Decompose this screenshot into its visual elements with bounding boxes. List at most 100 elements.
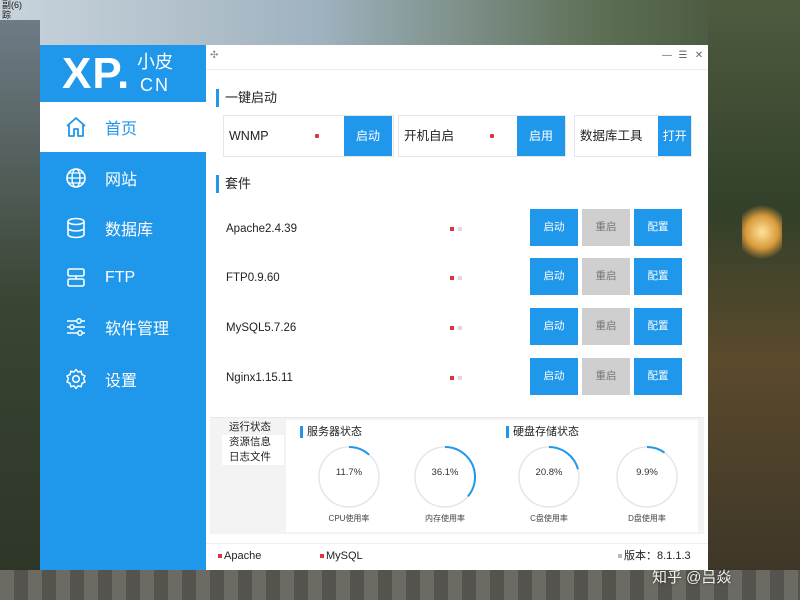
quick-item-autostart: 开机自启 启用 — [398, 115, 566, 157]
sidebar-item-database[interactable]: 数据库 — [40, 203, 206, 253]
resource-panel: 服务器状态 硬盘存储状态 11.7% CPU使用率 36.1% 内存使用率 20… — [286, 420, 698, 532]
start-button[interactable]: 启动 — [530, 258, 578, 295]
autostart-enable-button[interactable]: 启用 — [517, 116, 565, 156]
restart-button[interactable]: 重启 — [582, 358, 630, 395]
gauge-caption: C盘使用率 — [530, 514, 568, 523]
sidebar-item-label: 网站 — [105, 172, 138, 189]
quick-item-label: 开机自启 — [399, 116, 517, 156]
status-bar: Apache MySQL 版本：8.1.1.3 — [206, 543, 708, 568]
status-indicator — [458, 227, 462, 231]
status-tabs: 运行状态 资源信息 日志文件 — [222, 420, 284, 465]
status-indicator — [618, 554, 622, 559]
suite-name: FTP0.9.60 — [226, 272, 280, 284]
status-indicator — [450, 326, 454, 330]
status-indicator — [450, 227, 454, 231]
globe-icon — [64, 166, 88, 190]
sidebar-item-label: 设置 — [105, 373, 138, 390]
main-content: ✣ — ☰ ✕ 一键启动 WNMP 启动 开机自启 启用 数据库工具 打开 套件… — [206, 45, 708, 570]
d-drive-gauge: 9.9% D盘使用率 — [614, 444, 680, 523]
background-sky — [0, 0, 800, 45]
suite-name: Nginx1.15.11 — [226, 372, 293, 384]
version-label: 版本：8.1.1.3 — [618, 549, 691, 563]
status-indicator — [450, 276, 454, 280]
app-icon: ✣ — [210, 50, 219, 61]
config-button[interactable]: 配置 — [634, 358, 682, 395]
suite-name: MySQL5.7.26 — [226, 322, 297, 334]
sidebar: XP. 小皮 CN 首页 网站 数据库 FTP 软件管理 设置 — [40, 45, 206, 570]
status-indicator — [450, 376, 454, 380]
suite-row: Nginx1.15.11 启动 重启 配置 — [216, 358, 696, 398]
start-button[interactable]: 启动 — [530, 358, 578, 395]
gauge-caption: CPU使用率 — [328, 514, 370, 523]
background-lamp — [742, 202, 782, 262]
restart-button[interactable]: 重启 — [582, 258, 630, 295]
status-indicator — [458, 326, 462, 330]
status-panel: 运行状态 资源信息 日志文件 服务器状态 硬盘存储状态 11.7% CPU使用率 — [210, 417, 704, 534]
gauge-value: 11.7% — [335, 467, 363, 478]
sidebar-item-settings[interactable]: 设置 — [40, 354, 206, 404]
restart-button[interactable]: 重启 — [582, 308, 630, 345]
tab-resource-info[interactable]: 资源信息 — [222, 435, 284, 450]
quick-item-label: WNMP — [224, 116, 344, 156]
quick-item-wnmp: WNMP 启动 — [223, 115, 394, 157]
gauge-value: 20.8% — [535, 467, 563, 478]
title-bar[interactable]: ✣ — ☰ ✕ — [206, 45, 708, 70]
quick-start-title: 一键启动 — [216, 89, 277, 107]
gauge-value: 36.1% — [431, 467, 459, 478]
logo-sub: 小皮 — [137, 52, 173, 72]
app-window: XP. 小皮 CN 首页 网站 数据库 FTP 软件管理 设置 ✣ — ☰ ✕ … — [40, 45, 708, 570]
quick-item-label: 数据库工具 — [580, 129, 643, 143]
sidebar-item-home[interactable]: 首页 — [40, 102, 206, 152]
gauge-caption: 内存使用率 — [425, 514, 465, 523]
mysql-status: MySQL — [320, 549, 363, 563]
status-indicator — [218, 554, 222, 559]
home-icon — [64, 115, 88, 139]
config-button[interactable]: 配置 — [634, 209, 682, 246]
gauge-caption: D盘使用率 — [628, 514, 666, 523]
config-button[interactable]: 配置 — [634, 308, 682, 345]
server-status-title: 服务器状态 — [300, 426, 362, 438]
restart-button[interactable]: 重启 — [582, 209, 630, 246]
database-icon — [64, 216, 88, 240]
dbtool-open-button[interactable]: 打开 — [658, 116, 691, 156]
sidebar-item-ftp[interactable]: FTP — [40, 253, 206, 303]
config-button[interactable]: 配置 — [634, 258, 682, 295]
background-foliage — [708, 0, 800, 600]
minimize-button[interactable]: — — [661, 50, 673, 62]
logo-domain: CN — [140, 75, 170, 95]
sidebar-item-label: FTP — [105, 269, 136, 286]
suite-row: FTP0.9.60 启动 重启 配置 — [216, 258, 696, 298]
background-wall — [0, 20, 40, 580]
sidebar-item-software[interactable]: 软件管理 — [40, 302, 206, 352]
gauge-value: 9.9% — [636, 467, 658, 478]
status-indicator — [458, 376, 462, 380]
suite-title: 套件 — [216, 175, 251, 193]
status-indicator — [490, 134, 494, 138]
sidebar-item-label: 首页 — [105, 121, 138, 138]
wnmp-start-button[interactable]: 启动 — [344, 116, 392, 156]
sliders-icon — [64, 315, 88, 339]
tab-running-status[interactable]: 运行状态 — [222, 420, 284, 435]
sidebar-item-website[interactable]: 网站 — [40, 153, 206, 203]
cpu-gauge: 11.7% CPU使用率 — [316, 444, 382, 523]
sidebar-item-label: 软件管理 — [105, 321, 170, 338]
c-drive-gauge: 20.8% C盘使用率 — [516, 444, 582, 523]
memory-gauge: 36.1% 内存使用率 — [412, 444, 478, 523]
close-button[interactable]: ✕ — [693, 50, 705, 62]
start-button[interactable]: 启动 — [530, 308, 578, 345]
ftp-icon — [64, 266, 88, 290]
desktop-icon-label[interactable]: 副(6) 踪 — [2, 0, 22, 20]
suite-row: MySQL5.7.26 启动 重启 配置 — [216, 308, 696, 348]
gear-icon — [64, 367, 88, 391]
apache-status: Apache — [218, 549, 261, 563]
start-button[interactable]: 启动 — [530, 209, 578, 246]
logo-main: XP. — [62, 49, 131, 98]
tab-log-files[interactable]: 日志文件 — [222, 450, 284, 465]
status-indicator — [315, 134, 319, 138]
menu-button[interactable]: ☰ — [677, 50, 689, 62]
logo: XP. 小皮 CN — [40, 45, 206, 102]
disk-status-title: 硬盘存储状态 — [506, 426, 579, 438]
status-indicator — [458, 276, 462, 280]
sidebar-item-label: 数据库 — [105, 222, 154, 239]
quick-item-dbtool: 数据库工具 打开 — [574, 115, 692, 157]
